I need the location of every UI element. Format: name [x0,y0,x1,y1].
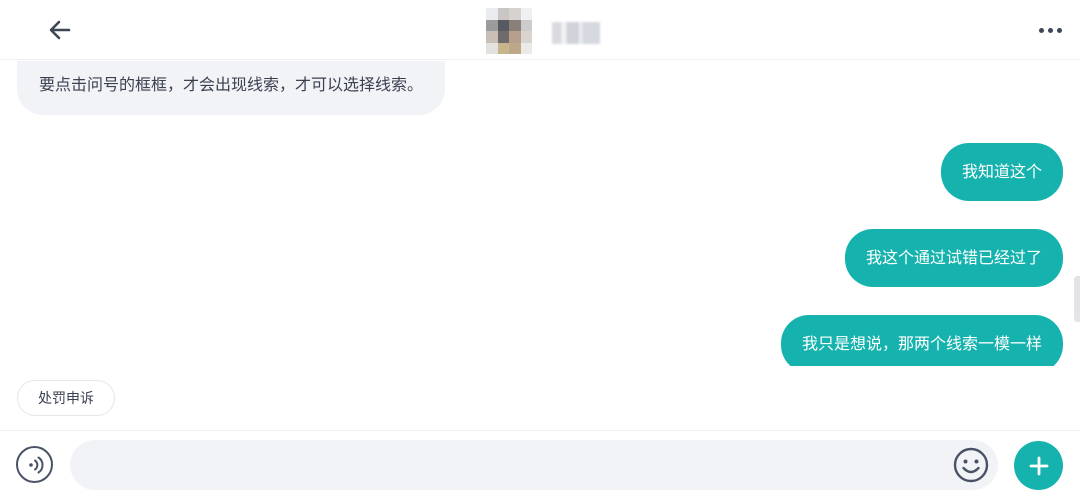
voice-icon [28,456,44,473]
back-button[interactable] [40,12,80,48]
appeal-penalty-chip[interactable]: 处罚申诉 [17,380,115,416]
sent-message-bubble: 我这个通过试错已经过了 [844,229,1063,287]
voice-input-button[interactable] [16,446,53,483]
contact-name [552,22,600,44]
sent-message-bubble: 我只是想说，那两个线索一模一样 [780,315,1063,366]
more-actions-button[interactable] [1014,441,1063,490]
chat-screen: 要点击问号的框框，才会出现线索，才可以选择线索。 我知道这个 我这个通过试错已经… [0,0,1080,498]
message-list: 要点击问号的框框，才会出现线索，才可以选择线索。 我知道这个 我这个通过试错已经… [0,61,1080,366]
message-input[interactable] [70,440,998,490]
emoji-smile-icon [953,447,989,483]
avatar[interactable] [486,8,532,54]
received-message-bubble: 要点击问号的框框，才会出现线索，才可以选择线索。 [17,61,446,115]
sent-message-bubble: 我知道这个 [940,143,1063,201]
arrow-left-icon [49,20,71,40]
scrollbar[interactable] [1074,276,1080,322]
plus-icon [1029,456,1048,475]
chat-header [0,0,1080,60]
composer-bar [0,430,1080,498]
more-horizontal-icon [1038,27,1044,33]
emoji-button[interactable] [952,446,990,484]
more-options-button[interactable] [1034,14,1066,46]
